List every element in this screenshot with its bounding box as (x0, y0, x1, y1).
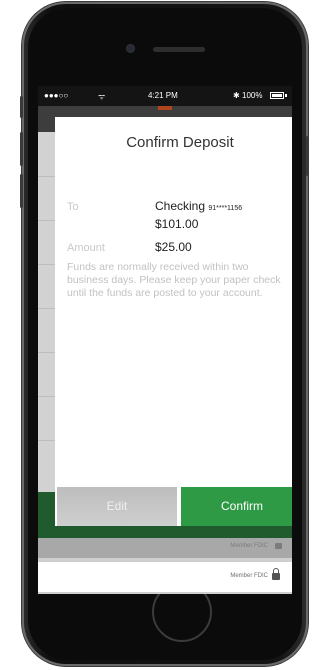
background-footer-dimmed: Member FDIC (38, 538, 292, 558)
amount-value: $25.00 (155, 240, 192, 254)
account-balance: $101.00 (155, 217, 199, 231)
earpiece-speaker (153, 47, 205, 52)
volume-down-button (20, 174, 23, 208)
lock-icon (272, 568, 280, 580)
dialog-title: Confirm Deposit (126, 134, 234, 151)
edit-button[interactable]: Edit (57, 487, 177, 526)
status-time: 4:21 PM (148, 91, 178, 100)
front-camera (126, 44, 135, 53)
power-button (306, 136, 309, 176)
battery-icon (270, 92, 284, 99)
phone-screen: ●●●○○ ᯤ 4:21 PM ✱ 100% › › › › Member FD… (38, 86, 292, 594)
lock-icon (275, 543, 282, 549)
member-fdic-text-dimmed: Member FDIC (230, 543, 268, 549)
to-label: To (67, 201, 79, 213)
confirm-deposit-dialog: Confirm Deposit To Checking 91****1156 $… (55, 117, 292, 526)
background-nav-accent (158, 106, 172, 110)
account-info: Checking 91****1156 (155, 199, 242, 213)
volume-up-button (20, 132, 23, 166)
signal-strength-icon: ●●●○○ (44, 91, 69, 100)
confirm-button[interactable]: Confirm (181, 487, 292, 526)
battery-tip (285, 94, 287, 97)
member-fdic-text: Member FDIC (230, 573, 268, 579)
mute-switch (20, 96, 23, 118)
amount-label: Amount (67, 242, 105, 254)
account-number: 91****1156 (208, 205, 243, 212)
account-name: Checking (155, 199, 206, 213)
bluetooth-icon: ✱ (233, 91, 240, 100)
wifi-icon: ᯤ (98, 92, 106, 101)
footer: Member FDIC (38, 562, 292, 592)
funds-availability-notice: Funds are normally received within two b… (67, 261, 281, 299)
status-bar: ●●●○○ ᯤ 4:21 PM ✱ 100% (38, 86, 292, 106)
battery-percent: 100% (242, 91, 263, 100)
